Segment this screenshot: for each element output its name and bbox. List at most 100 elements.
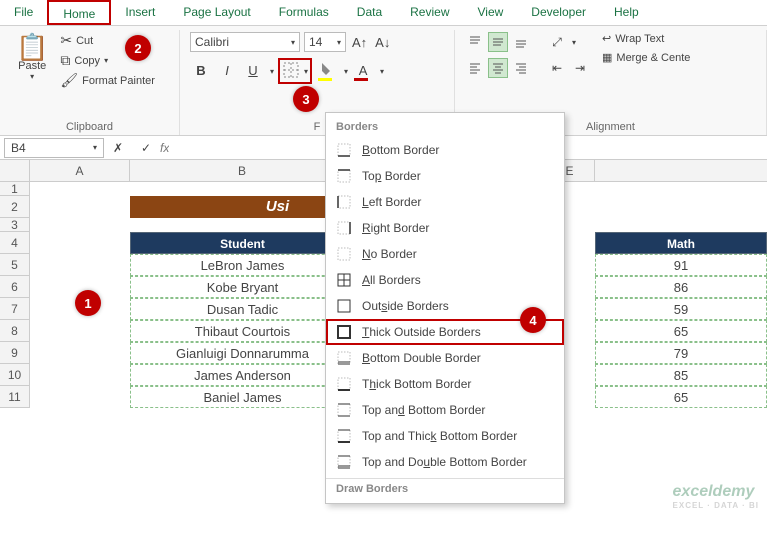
name-box[interactable]: B4▾	[4, 138, 104, 158]
tab-insert[interactable]: Insert	[111, 0, 169, 25]
tab-formulas[interactable]: Formulas	[265, 0, 343, 25]
border-top-item[interactable]: Top Border	[326, 163, 564, 189]
border-none-item[interactable]: No Border	[326, 241, 564, 267]
border-bottom-item[interactable]: Bottom Border	[326, 137, 564, 163]
cell-student[interactable]: Thibaut Courtois	[130, 320, 355, 342]
wrap-text-button[interactable]: ↩Wrap Text	[602, 32, 690, 45]
underline-button[interactable]: U	[242, 60, 264, 82]
underline-caret[interactable]: ▾	[270, 67, 274, 76]
border-outside-icon	[336, 298, 352, 314]
dropdown-section-draw: Draw Borders	[326, 478, 564, 499]
border-top-thick-bottom-item[interactable]: Top and Thick Bottom Border	[326, 423, 564, 449]
cell-math[interactable]: 91	[595, 254, 767, 276]
accept-formula-button[interactable]: ✓	[136, 141, 156, 155]
border-left-item[interactable]: Left Border	[326, 189, 564, 215]
border-top-icon	[336, 168, 352, 184]
border-thick-bottom-item[interactable]: Thick Bottom Border	[326, 371, 564, 397]
row-header-1[interactable]: 1	[0, 182, 30, 196]
dropdown-section-borders: Borders	[326, 117, 564, 137]
tab-developer[interactable]: Developer	[517, 0, 600, 25]
tab-review[interactable]: Review	[396, 0, 463, 25]
row-header-4[interactable]: 4	[0, 232, 30, 254]
orientation-button[interactable]: ⤢	[547, 32, 567, 52]
cell-student[interactable]: Kobe Bryant	[130, 276, 355, 298]
tab-help[interactable]: Help	[600, 0, 653, 25]
tab-data[interactable]: Data	[343, 0, 396, 25]
cell-student[interactable]: Baniel James	[130, 386, 355, 408]
font-color-button[interactable]: A	[352, 60, 374, 82]
copy-icon: ⧉	[60, 52, 70, 69]
cell-math[interactable]: 85	[595, 364, 767, 386]
border-none-icon	[336, 246, 352, 262]
col-header-a[interactable]: A	[30, 160, 130, 181]
tab-file[interactable]: File	[0, 0, 47, 25]
row-header-3[interactable]: 3	[0, 218, 30, 232]
tab-page-layout[interactable]: Page Layout	[169, 0, 264, 25]
cell-math[interactable]: 65	[595, 320, 767, 342]
merge-center-button[interactable]: ▦Merge & Cente	[602, 51, 690, 64]
align-bottom-button[interactable]	[511, 32, 531, 52]
align-right-button[interactable]	[511, 58, 531, 78]
row-header-5[interactable]: 5	[0, 254, 30, 276]
border-all-icon	[336, 272, 352, 288]
font-name-select[interactable]: Calibri▾	[190, 32, 300, 52]
step-badge-3: 3	[293, 86, 319, 112]
italic-button[interactable]: I	[216, 60, 238, 82]
cell-math[interactable]: 59	[595, 298, 767, 320]
fx-label[interactable]: fx	[160, 141, 169, 155]
format-painter-button[interactable]: 🖌Format Painter	[60, 72, 155, 89]
row-header-10[interactable]: 10	[0, 364, 30, 386]
select-all-corner[interactable]	[0, 160, 30, 181]
align-left-button[interactable]	[465, 58, 485, 78]
watermark: exceldemy EXCEL · DATA · BI	[673, 483, 759, 510]
clipboard-icon: 📋	[16, 34, 48, 60]
step-badge-2: 2	[125, 35, 151, 61]
border-top-double-bottom-item[interactable]: Top and Double Bottom Border	[326, 449, 564, 475]
cell-math[interactable]: 86	[595, 276, 767, 298]
tab-view[interactable]: View	[464, 0, 518, 25]
border-right-item[interactable]: Right Border	[326, 215, 564, 241]
bold-button[interactable]: B	[190, 60, 212, 82]
border-button[interactable]: ▾	[278, 58, 312, 84]
decrease-font-button[interactable]: A↓	[373, 35, 392, 50]
row-header-11[interactable]: 11	[0, 386, 30, 408]
header-student: Student	[130, 232, 355, 254]
merge-icon: ▦	[602, 51, 612, 64]
tab-home[interactable]: Home	[47, 0, 111, 25]
cell-math[interactable]: 65	[595, 386, 767, 408]
border-all-item[interactable]: All Borders	[326, 267, 564, 293]
border-left-icon	[336, 194, 352, 210]
align-middle-button[interactable]	[488, 32, 508, 52]
cell-student[interactable]: Gianluigi Donnarumma	[130, 342, 355, 364]
font-color-caret[interactable]: ▾	[380, 67, 384, 76]
cell-student[interactable]: LeBron James	[130, 254, 355, 276]
border-thick-outside-icon	[336, 324, 352, 340]
step-badge-1: 1	[75, 290, 101, 316]
fill-color-button[interactable]	[316, 60, 338, 82]
row-header-2[interactable]: 2	[0, 196, 30, 218]
cell-student[interactable]: James Anderson	[130, 364, 355, 386]
border-icon	[282, 61, 302, 81]
font-size-select[interactable]: 14▾	[304, 32, 346, 52]
increase-font-button[interactable]: A↑	[350, 35, 369, 50]
row-header-9[interactable]: 9	[0, 342, 30, 364]
row-header-8[interactable]: 8	[0, 320, 30, 342]
col-header-b[interactable]: B	[130, 160, 355, 181]
align-top-button[interactable]	[465, 32, 485, 52]
cancel-formula-button[interactable]: ✗	[108, 141, 128, 155]
decrease-indent-button[interactable]: ⇤	[547, 58, 567, 78]
scissors-icon: ✂	[60, 32, 72, 49]
border-dropdown-caret[interactable]: ▾	[304, 67, 308, 76]
header-math: Math	[595, 232, 767, 254]
fill-color-caret[interactable]: ▾	[344, 67, 348, 76]
border-bottom-double-item[interactable]: Bottom Double Border	[326, 345, 564, 371]
cell-math[interactable]: 79	[595, 342, 767, 364]
row-header-7[interactable]: 7	[0, 298, 30, 320]
increase-indent-button[interactable]: ⇥	[570, 58, 590, 78]
row-header-6[interactable]: 6	[0, 276, 30, 298]
paste-dropdown-caret[interactable]: ▾	[30, 72, 34, 81]
border-top-bottom-item[interactable]: Top and Bottom Border	[326, 397, 564, 423]
paste-button[interactable]: 📋 Paste ▾	[10, 32, 54, 89]
align-center-button[interactable]	[488, 58, 508, 78]
cell-student[interactable]: Dusan Tadic	[130, 298, 355, 320]
